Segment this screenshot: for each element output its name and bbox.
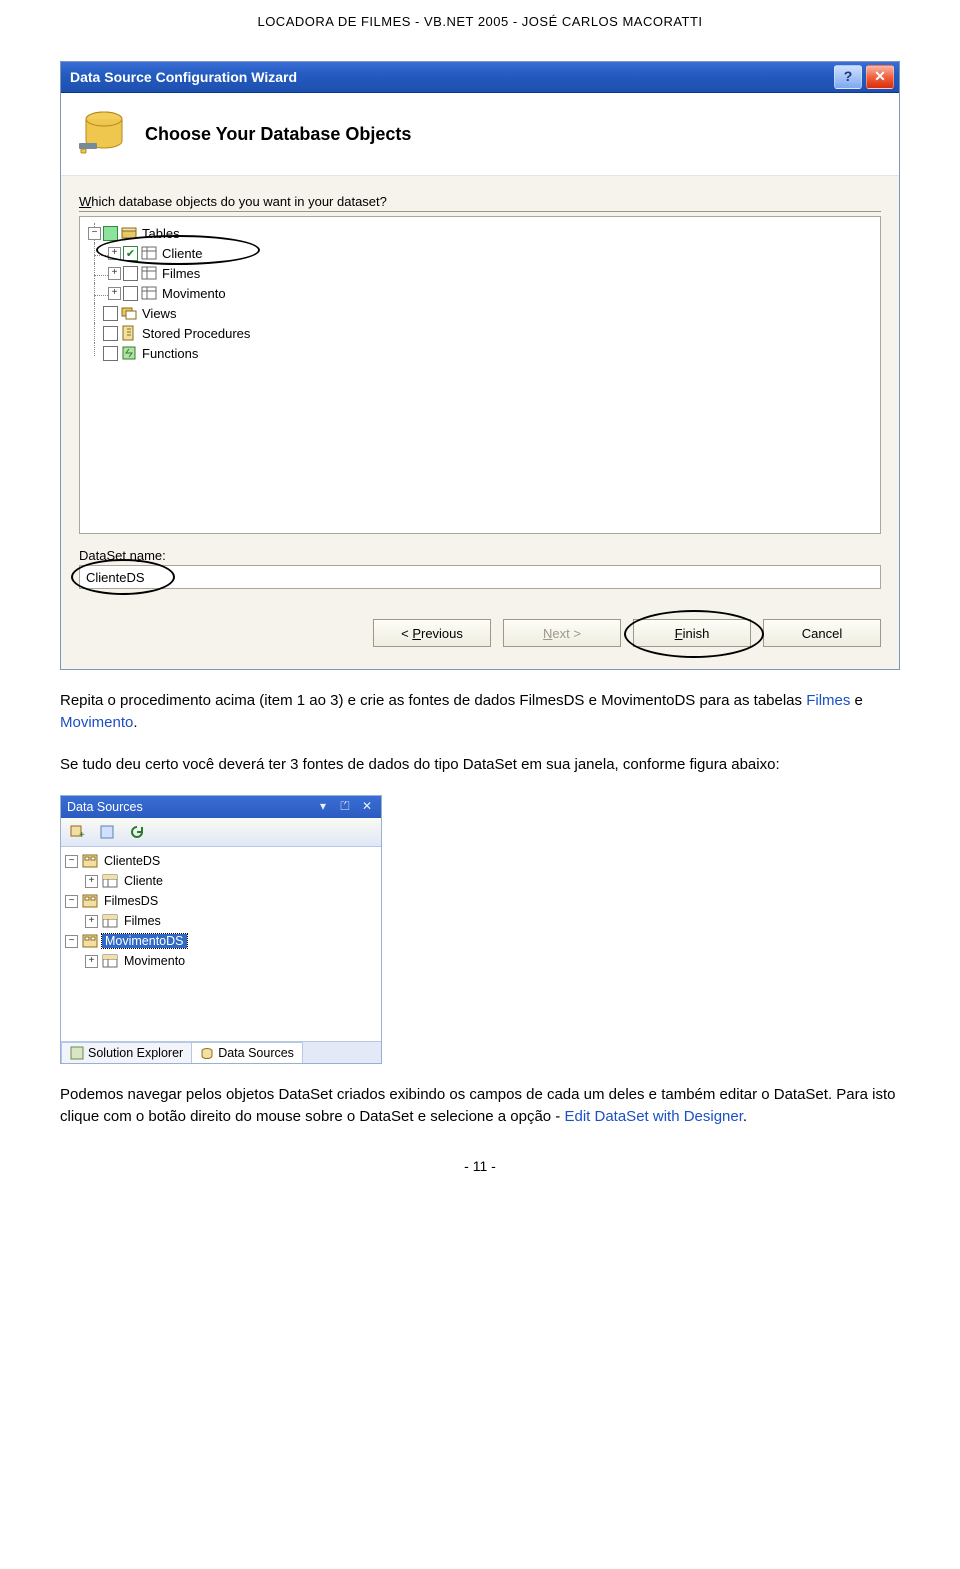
functions-icon	[120, 344, 138, 362]
table-icon	[140, 264, 158, 282]
tree-node-tables[interactable]: − Tables	[84, 223, 876, 243]
tree-node-movimento[interactable]: + Movimento	[84, 283, 876, 303]
checkbox-tables[interactable]	[103, 226, 118, 241]
tree-label: Movimento	[160, 286, 226, 301]
dataset-icon	[81, 852, 99, 870]
collapse-icon[interactable]: −	[65, 895, 78, 908]
expand-icon[interactable]: +	[85, 875, 98, 888]
ds-node[interactable]: − FilmesDS	[63, 891, 379, 911]
ds-node[interactable]: − ClienteDS	[63, 851, 379, 871]
expand-icon[interactable]: +	[85, 915, 98, 928]
tree-node-filmes[interactable]: + Filmes	[84, 263, 876, 283]
panel-close-icon[interactable]: ✕	[359, 799, 375, 815]
ds-table-label: Filmes	[122, 914, 161, 928]
ds-node[interactable]: − MovimentoDS	[63, 931, 379, 951]
expand-icon[interactable]: +	[108, 267, 121, 280]
tree-label: Cliente	[160, 246, 202, 261]
expand-icon[interactable]: +	[85, 955, 98, 968]
tree-node-views[interactable]: Views	[84, 303, 876, 323]
tab-solution-explorer[interactable]: Solution Explorer	[61, 1042, 192, 1063]
panel-tree[interactable]: − ClienteDS + Cliente − FilmesDS + Filmes − Movim…	[61, 847, 381, 1041]
add-datasource-button[interactable]: +	[65, 821, 89, 843]
title-bar: Data Source Configuration Wizard ? ✕	[61, 62, 899, 93]
dataset-icon	[81, 892, 99, 910]
tables-icon	[120, 224, 138, 242]
svg-text:+: +	[79, 830, 85, 840]
tree-label-tables: Tables	[140, 226, 180, 241]
page-number: - 11 -	[60, 1158, 900, 1174]
collapse-icon[interactable]: −	[65, 935, 78, 948]
objects-tree-panel[interactable]: − Tables + Cliente +	[79, 216, 881, 534]
table-icon	[140, 244, 158, 262]
panel-tabs: Solution Explorer Data Sources	[61, 1041, 381, 1063]
ds-table-label: Movimento	[122, 954, 185, 968]
data-sources-panel: Data Sources ▾ ⏍ ✕ + −ClienteDS+Cliente−…	[60, 795, 382, 1064]
expand-icon[interactable]: +	[108, 247, 121, 260]
expand-icon[interactable]: +	[108, 287, 121, 300]
database-icon	[77, 107, 131, 161]
checkbox-sp[interactable]	[103, 326, 118, 341]
table-icon	[101, 912, 119, 930]
chevron-down-icon[interactable]: ▾	[315, 799, 331, 815]
views-icon	[120, 304, 138, 322]
previous-button[interactable]: < Previous	[373, 619, 491, 647]
collapse-icon[interactable]: −	[65, 855, 78, 868]
help-button[interactable]: ?	[834, 65, 862, 89]
panel-title: Data Sources	[67, 800, 309, 814]
table-icon	[101, 952, 119, 970]
checkbox-views[interactable]	[103, 306, 118, 321]
tree-node-cliente[interactable]: + Cliente	[84, 243, 876, 263]
cancel-button[interactable]: Cancel	[763, 619, 881, 647]
tree-node-sp[interactable]: Stored Procedures	[84, 323, 876, 343]
sp-icon	[120, 324, 138, 342]
refresh-button[interactable]	[125, 821, 149, 843]
dataset-name-input[interactable]	[79, 565, 881, 589]
tree-label-fn: Functions	[140, 346, 198, 361]
panel-titlebar: Data Sources ▾ ⏍ ✕	[61, 796, 381, 818]
ds-table-label: Cliente	[122, 874, 163, 888]
wizard-window: Data Source Configuration Wizard ? ✕ Cho…	[60, 61, 900, 670]
checkbox-fn[interactable]	[103, 346, 118, 361]
paragraph-3: Podemos navegar pelos objetos DataSet cr…	[60, 1084, 900, 1128]
ds-label: ClienteDS	[102, 854, 160, 868]
checkbox-cliente[interactable]	[123, 246, 138, 261]
dataset-icon	[81, 932, 99, 950]
ds-table-node[interactable]: + Movimento	[63, 951, 379, 971]
pin-icon[interactable]: ⏍	[337, 799, 353, 815]
tree-node-fn[interactable]: Functions	[84, 343, 876, 363]
tree-label: Filmes	[160, 266, 200, 281]
dataset-name-label: DataSet name:	[79, 548, 881, 563]
wizard-heading: Choose Your Database Objects	[145, 124, 411, 145]
wizard-header: Choose Your Database Objects	[61, 93, 899, 176]
tree-label-sp: Stored Procedures	[140, 326, 250, 341]
table-icon	[140, 284, 158, 302]
tree-label-views: Views	[140, 306, 176, 321]
tab-data-sources[interactable]: Data Sources	[191, 1042, 303, 1063]
paragraph-1: Repita o procedimento acima (item 1 ao 3…	[60, 690, 900, 734]
ds-label: MovimentoDS	[102, 934, 187, 948]
panel-toolbar: +	[61, 818, 381, 847]
titlebar-text: Data Source Configuration Wizard	[66, 67, 830, 87]
edit-datasource-button[interactable]	[95, 821, 119, 843]
ds-table-node[interactable]: + Filmes	[63, 911, 379, 931]
ds-label: FilmesDS	[102, 894, 158, 908]
table-icon	[101, 872, 119, 890]
checkbox-filmes[interactable]	[123, 266, 138, 281]
close-button[interactable]: ✕	[866, 65, 894, 89]
collapse-icon[interactable]: −	[88, 227, 101, 240]
next-button: Next >	[503, 619, 621, 647]
ds-table-node[interactable]: + Cliente	[63, 871, 379, 891]
wizard-prompt: Which database objects do you want in yo…	[79, 194, 881, 212]
checkbox-movimento[interactable]	[123, 286, 138, 301]
finish-button[interactable]: Finish	[633, 619, 751, 647]
paragraph-2: Se tudo deu certo você deverá ter 3 font…	[60, 754, 900, 776]
page-header: LOCADORA DE FILMES - VB.NET 2005 - JOSÉ …	[60, 0, 900, 53]
